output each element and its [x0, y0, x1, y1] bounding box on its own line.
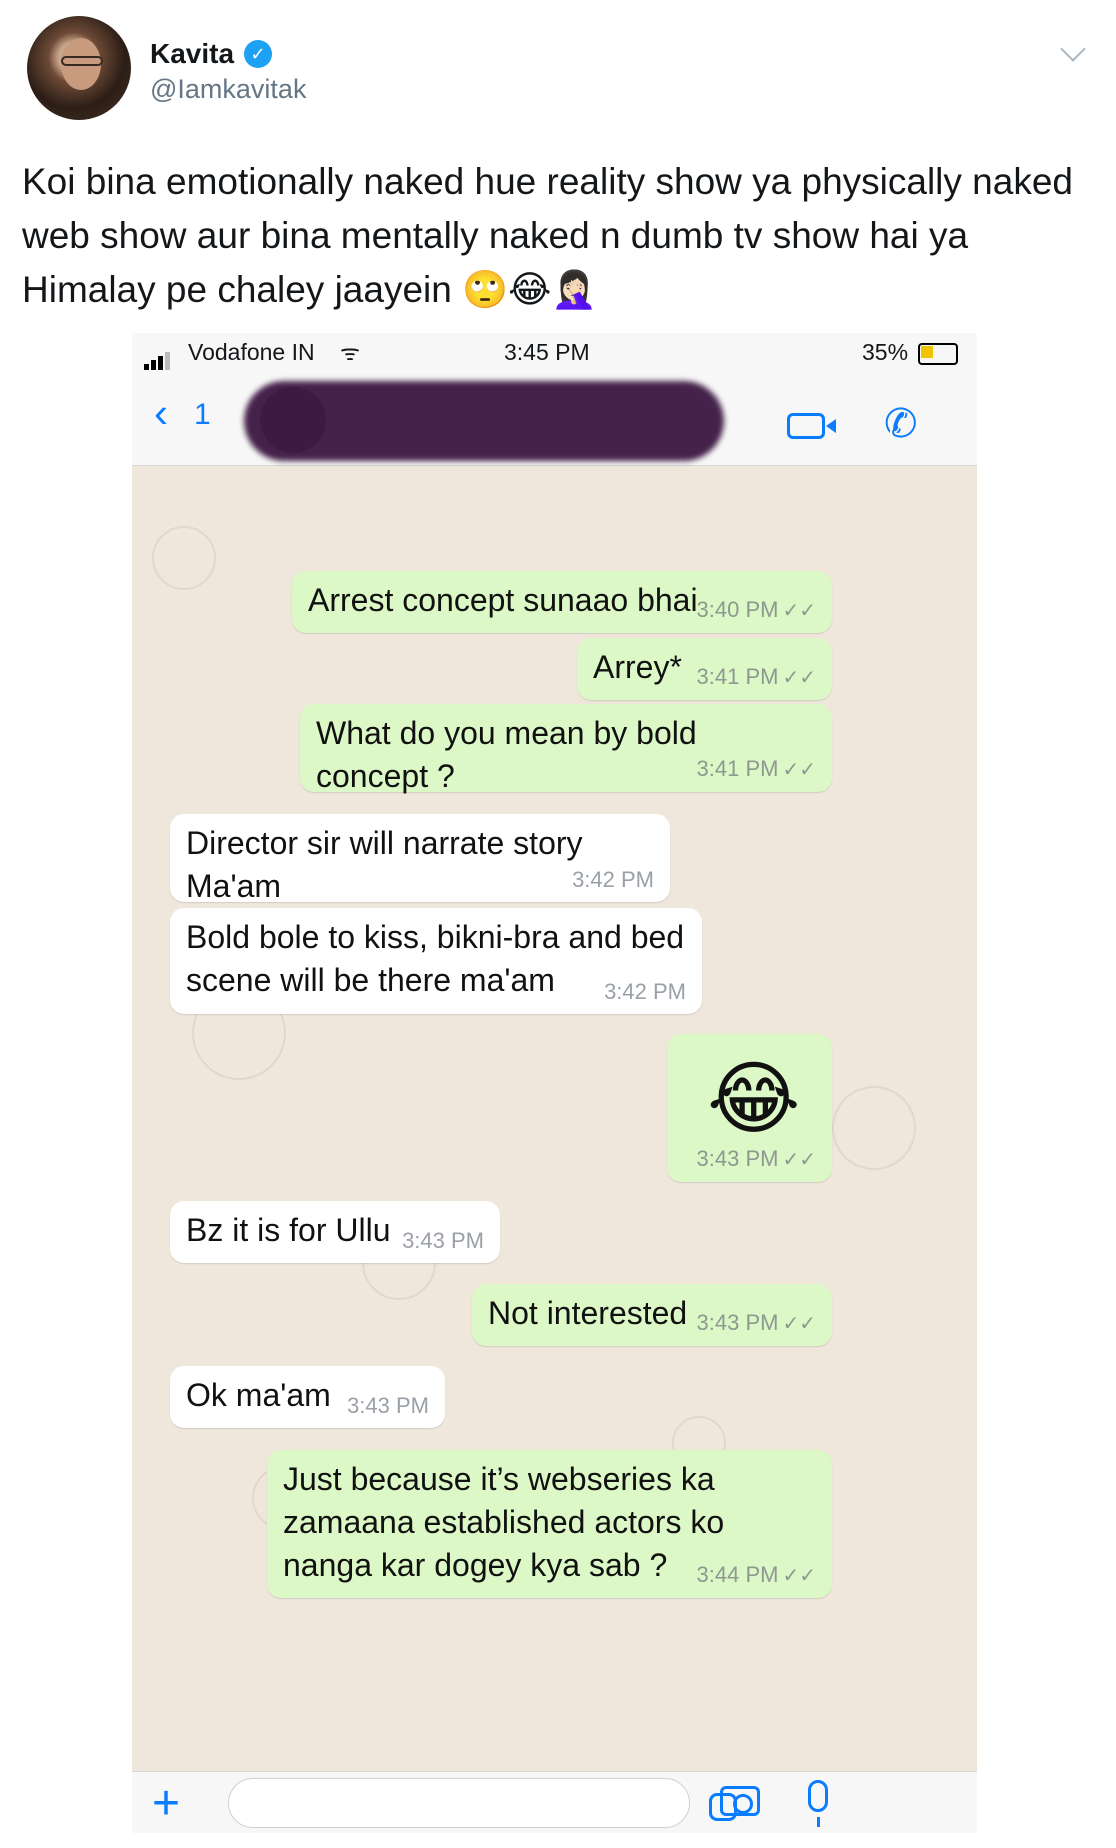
user-avatar[interactable]: [27, 16, 131, 120]
message-incoming[interactable]: Ok ma'am 3:43 PM: [170, 1366, 445, 1428]
message-time: 3:43 PM ✓✓: [696, 1310, 816, 1336]
video-call-icon[interactable]: [787, 413, 836, 439]
signal-icon: [144, 343, 172, 370]
read-receipt-icon: ✓✓: [782, 1565, 816, 1587]
display-name[interactable]: Kavita: [150, 38, 234, 70]
message-incoming[interactable]: Director sir will narrate story Ma'am 3:…: [170, 814, 670, 904]
tweet-text: Koi bina emotionally naked hue reality s…: [22, 161, 1073, 310]
read-receipt-icon: ✓✓: [782, 667, 816, 689]
message-outgoing-emoji[interactable]: 😂 3:43 PM ✓✓: [667, 1034, 832, 1182]
message-outgoing[interactable]: What do you mean by bold concept ? 3:41 …: [300, 704, 832, 794]
message-outgoing[interactable]: Not interested 3:43 PM ✓✓: [472, 1284, 832, 1346]
read-receipt-icon: ✓✓: [782, 1313, 816, 1335]
message-outgoing[interactable]: Just because it’s webseries ka zamaana e…: [267, 1450, 832, 1598]
avatar-glasses: [61, 56, 103, 66]
status-time: 3:45 PM: [504, 339, 590, 365]
read-receipt-icon: ✓✓: [782, 759, 816, 781]
battery-status: 35%: [862, 339, 959, 366]
status-bar: Vodafone IN ᯤ 3:45 PM 35%: [132, 333, 977, 373]
unread-count[interactable]: 1: [194, 398, 211, 432]
message-time: 3:43 PM: [347, 1393, 429, 1418]
message-outgoing[interactable]: Arrey* 3:41 PM ✓✓: [577, 638, 832, 700]
joy-emoji: 😂: [707, 1054, 801, 1143]
message-input-bar: +: [132, 1771, 977, 1833]
battery-percent: 35%: [862, 339, 909, 365]
message-time: 3:43 PM: [402, 1228, 484, 1253]
whatsapp-screenshot: Vodafone IN ᯤ 3:45 PM 35% ‹ 1 ✆ Arrest c…: [132, 333, 977, 1833]
carrier-name: Vodafone IN: [188, 339, 315, 365]
phone-call-icon[interactable]: ✆: [884, 401, 918, 447]
message-time: 3:40 PM ✓✓: [696, 597, 816, 623]
microphone-icon[interactable]: [808, 1780, 828, 1827]
chevron-down-icon[interactable]: [1060, 36, 1086, 62]
chat-area[interactable]: Arrest concept sunaao bhai 3:40 PM ✓✓ Arr…: [132, 466, 977, 1771]
attach-plus-icon[interactable]: +: [152, 1776, 180, 1831]
wallpaper-doodle: [832, 1086, 916, 1170]
message-text: What do you mean by bold concept ?: [316, 715, 697, 794]
message-incoming[interactable]: Bz it is for Ullu 3:43 PM: [170, 1201, 500, 1263]
message-incoming[interactable]: Bold bole to kiss, bikni-bra and bed sce…: [170, 908, 702, 1014]
message-time: 3:41 PM ✓✓: [696, 756, 816, 782]
battery-icon: [918, 342, 959, 365]
chat-header: ‹ 1 ✆: [132, 373, 977, 466]
message-text: Director sir will narrate story Ma'am: [186, 825, 583, 904]
tweet-header: Kavita ✓ @Iamkavitak: [0, 0, 1116, 130]
user-handle[interactable]: @Iamkavitak: [150, 74, 306, 105]
read-receipt-icon: ✓✓: [782, 1149, 816, 1171]
read-receipt-icon: ✓✓: [782, 600, 816, 622]
message-text-input[interactable]: [228, 1778, 737, 1828]
back-chevron-icon[interactable]: ‹: [154, 389, 168, 437]
message-time: 3:43 PM ✓✓: [696, 1146, 816, 1172]
message-time: 3:44 PM ✓✓: [696, 1562, 816, 1588]
wallpaper-doodle: [152, 526, 216, 590]
redacted-contact-name: [244, 381, 724, 461]
message-outgoing[interactable]: Arrest concept sunaao bhai 3:40 PM ✓✓: [292, 571, 832, 633]
camera-icon[interactable]: [720, 1786, 760, 1816]
verified-badge-icon: ✓: [244, 40, 272, 68]
message-time: 3:42 PM: [604, 979, 686, 1004]
message-time: 3:41 PM ✓✓: [696, 664, 816, 690]
wifi-icon: ᯤ: [340, 340, 361, 365]
message-time: 3:42 PM: [572, 867, 654, 892]
